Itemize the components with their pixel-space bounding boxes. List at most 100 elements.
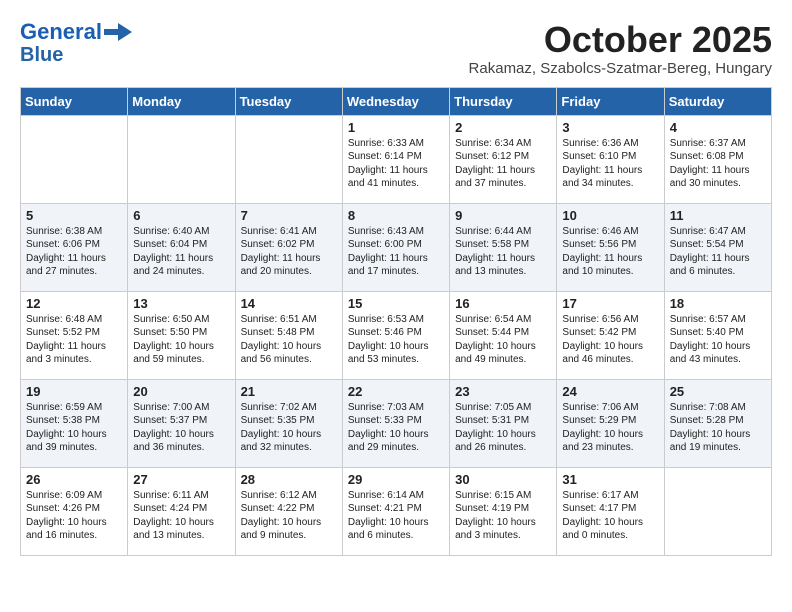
title-block: October 2025 Rakamaz, Szabolcs-Szatmar-B… [469,20,772,77]
day-info: Sunrise: 6:50 AM Sunset: 5:50 PM Dayligh… [133,313,229,367]
logo-icon [104,23,132,41]
day-info: Sunrise: 6:38 AM Sunset: 6:06 PM Dayligh… [26,225,122,279]
day-number: 17 [562,296,658,311]
day-info: Sunrise: 6:57 AM Sunset: 5:40 PM Dayligh… [670,313,766,367]
calendar-table: SundayMondayTuesdayWednesdayThursdayFrid… [20,87,772,556]
calendar-cell: 4Sunrise: 6:37 AM Sunset: 6:08 PM Daylig… [664,115,771,203]
calendar-cell: 7 Sunrise: 6:41 AM Sunset: 6:02 PM Daylig… [235,203,342,291]
day-info: Sunrise: 6:59 AM Sunset: 5:38 PM Dayligh… [26,401,122,455]
day-number: 6 [133,208,229,223]
day-number: 2 [455,120,551,135]
calendar-cell: 30 Sunrise: 6:15 AM Sunset: 4:19 PM Dayli… [450,467,557,555]
day-info: Sunrise: 7:00 AM Sunset: 5:37 PM Dayligh… [133,401,229,455]
calendar-cell: 31 Sunrise: 6:17 AM Sunset: 4:17 PM Dayli… [557,467,664,555]
day-info: Sunrise: 7:03 AM Sunset: 5:33 PM Dayligh… [348,401,444,455]
calendar-cell: 6 Sunrise: 6:40 AM Sunset: 6:04 PM Daylig… [128,203,235,291]
location-subtitle: Rakamaz, Szabolcs-Szatmar-Bereg, Hungary [469,60,772,77]
calendar-cell [21,115,128,203]
day-info: Sunrise: 6:51 AM Sunset: 5:48 PM Dayligh… [241,313,337,367]
calendar-cell: 25 Sunrise: 7:08 AM Sunset: 5:28 PM Dayli… [664,379,771,467]
day-number: 16 [455,296,551,311]
day-info: Sunrise: 6:40 AM Sunset: 6:04 PM Dayligh… [133,225,229,279]
day-number: 24 [562,384,658,399]
calendar-cell: 29 Sunrise: 6:14 AM Sunset: 4:21 PM Dayli… [342,467,449,555]
month-title: October 2025 [469,20,772,60]
calendar-cell: 28 Sunrise: 6:12 AM Sunset: 4:22 PM Dayli… [235,467,342,555]
day-info: Sunrise: 6:43 AM Sunset: 6:00 PM Dayligh… [348,225,444,279]
calendar-cell: 22 Sunrise: 7:03 AM Sunset: 5:33 PM Dayli… [342,379,449,467]
day-info: Sunrise: 6:11 AM Sunset: 4:24 PM Dayligh… [133,489,229,543]
day-number: 3 [562,120,658,135]
calendar-cell: 5 Sunrise: 6:38 AM Sunset: 6:06 PM Daylig… [21,203,128,291]
day-info: Sunrise: 6:17 AM Sunset: 4:17 PM Dayligh… [562,489,658,543]
day-number: 12 [26,296,122,311]
day-number: 22 [348,384,444,399]
weekday-header-saturday: Saturday [664,87,771,115]
day-number: 23 [455,384,551,399]
day-info: Sunrise: 6:48 AM Sunset: 5:52 PM Dayligh… [26,313,122,367]
day-info: Sunrise: 7:06 AM Sunset: 5:29 PM Dayligh… [562,401,658,455]
day-info: Sunrise: 6:36 AM Sunset: 6:10 PM Dayligh… [562,137,658,191]
calendar-cell: 24 Sunrise: 7:06 AM Sunset: 5:29 PM Dayli… [557,379,664,467]
day-info: Sunrise: 6:54 AM Sunset: 5:44 PM Dayligh… [455,313,551,367]
calendar-cell: 13 Sunrise: 6:50 AM Sunset: 5:50 PM Dayli… [128,291,235,379]
day-number: 19 [26,384,122,399]
day-info: Sunrise: 6:46 AM Sunset: 5:56 PM Dayligh… [562,225,658,279]
calendar-cell: 10 Sunrise: 6:46 AM Sunset: 5:56 PM Dayli… [557,203,664,291]
day-info: Sunrise: 7:02 AM Sunset: 5:35 PM Dayligh… [241,401,337,455]
day-number: 9 [455,208,551,223]
day-info: Sunrise: 6:37 AM Sunset: 6:08 PM Dayligh… [670,137,766,191]
weekday-header-thursday: Thursday [450,87,557,115]
calendar-cell: 12 Sunrise: 6:48 AM Sunset: 5:52 PM Dayli… [21,291,128,379]
calendar-cell: 15 Sunrise: 6:53 AM Sunset: 5:46 PM Dayli… [342,291,449,379]
day-number: 25 [670,384,766,399]
calendar-cell: 11 Sunrise: 6:47 AM Sunset: 5:54 PM Dayli… [664,203,771,291]
calendar-cell: 3 Sunrise: 6:36 AM Sunset: 6:10 PM Daylig… [557,115,664,203]
day-number: 31 [562,472,658,487]
day-info: Sunrise: 6:34 AM Sunset: 6:12 PM Dayligh… [455,137,551,191]
day-number: 7 [241,208,337,223]
calendar-cell: 1 Sunrise: 6:33 AM Sunset: 6:14 PM Daylig… [342,115,449,203]
day-number: 30 [455,472,551,487]
day-number: 8 [348,208,444,223]
calendar-cell: 2 Sunrise: 6:34 AM Sunset: 6:12 PM Daylig… [450,115,557,203]
day-info: Sunrise: 6:56 AM Sunset: 5:42 PM Dayligh… [562,313,658,367]
day-info: Sunrise: 7:05 AM Sunset: 5:31 PM Dayligh… [455,401,551,455]
calendar-cell [128,115,235,203]
day-number: 21 [241,384,337,399]
calendar-cell: 16 Sunrise: 6:54 AM Sunset: 5:44 PM Dayli… [450,291,557,379]
day-info: Sunrise: 6:53 AM Sunset: 5:46 PM Dayligh… [348,313,444,367]
day-info: Sunrise: 6:14 AM Sunset: 4:21 PM Dayligh… [348,489,444,543]
page-header: General Blue October 2025 Rakamaz, Szabo… [20,20,772,77]
day-number: 11 [670,208,766,223]
day-number: 15 [348,296,444,311]
day-info: Sunrise: 6:41 AM Sunset: 6:02 PM Dayligh… [241,225,337,279]
day-number: 1 [348,120,444,135]
day-number: 18 [670,296,766,311]
logo: General Blue [20,20,132,66]
day-info: Sunrise: 6:33 AM Sunset: 6:14 PM Dayligh… [348,137,444,191]
day-info: Sunrise: 6:15 AM Sunset: 4:19 PM Dayligh… [455,489,551,543]
day-number: 26 [26,472,122,487]
day-number: 28 [241,472,337,487]
calendar-cell: 14Sunrise: 6:51 AM Sunset: 5:48 PM Dayli… [235,291,342,379]
calendar-cell: 17 Sunrise: 6:56 AM Sunset: 5:42 PM Dayli… [557,291,664,379]
day-number: 29 [348,472,444,487]
weekday-header-wednesday: Wednesday [342,87,449,115]
calendar-cell: 8 Sunrise: 6:43 AM Sunset: 6:00 PM Daylig… [342,203,449,291]
day-info: Sunrise: 7:08 AM Sunset: 5:28 PM Dayligh… [670,401,766,455]
day-info: Sunrise: 6:47 AM Sunset: 5:54 PM Dayligh… [670,225,766,279]
calendar-cell: 21 Sunrise: 7:02 AM Sunset: 5:35 PM Dayli… [235,379,342,467]
day-number: 20 [133,384,229,399]
day-number: 5 [26,208,122,223]
calendar-cell: 27Sunrise: 6:11 AM Sunset: 4:24 PM Dayli… [128,467,235,555]
day-number: 13 [133,296,229,311]
day-info: Sunrise: 6:12 AM Sunset: 4:22 PM Dayligh… [241,489,337,543]
day-info: Sunrise: 6:09 AM Sunset: 4:26 PM Dayligh… [26,489,122,543]
weekday-header-friday: Friday [557,87,664,115]
calendar-cell: 18 Sunrise: 6:57 AM Sunset: 5:40 PM Dayli… [664,291,771,379]
weekday-header-monday: Monday [128,87,235,115]
calendar-cell [664,467,771,555]
calendar-cell: 9Sunrise: 6:44 AM Sunset: 5:58 PM Daylig… [450,203,557,291]
day-number: 10 [562,208,658,223]
